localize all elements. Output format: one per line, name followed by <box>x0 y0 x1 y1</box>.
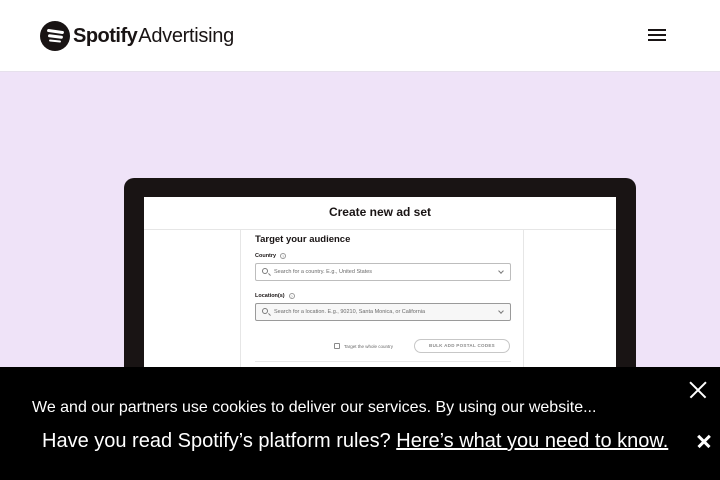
laptop-screen: Create new ad set Target your audience C… <box>144 197 616 368</box>
chevron-down-icon <box>498 308 504 314</box>
platform-rules-link[interactable]: Here’s what you need to know. <box>396 430 668 452</box>
location-label: Location(s) ? <box>255 293 295 299</box>
checkbox-label: Target the whole country <box>344 343 394 349</box>
location-search-input[interactable]: Search for a location. E.g., 90210, Sant… <box>255 303 511 321</box>
hero-section: Create new ad set Target your audience C… <box>0 72 720 368</box>
search-icon <box>262 268 268 274</box>
country-label: Country ? <box>255 253 287 259</box>
country-search-input[interactable]: Search for a country. E.g., United State… <box>255 263 511 281</box>
spotify-advertising-logo[interactable]: Spotify Advertising <box>40 20 234 52</box>
platform-rules-notice: Have you read Spotify’s platform rules? … <box>0 420 720 480</box>
close-icon[interactable] <box>688 380 708 400</box>
location-label-text: Location(s) <box>255 293 285 299</box>
notice-text-line: Have you read Spotify’s platform rules? … <box>42 430 668 453</box>
logo-product-text: Advertising <box>138 24 234 47</box>
chevron-down-icon <box>498 268 504 274</box>
target-whole-country-checkbox[interactable]: Target the whole country <box>334 343 393 349</box>
country-label-text: Country <box>255 253 277 259</box>
hamburger-menu-icon[interactable] <box>648 28 668 42</box>
checkbox-box[interactable] <box>334 343 340 349</box>
divider <box>255 361 511 362</box>
cookie-banner-text: We and our partners use cookies to deliv… <box>32 399 597 416</box>
site-header: Spotify Advertising <box>0 0 720 72</box>
info-icon: ? <box>280 253 287 259</box>
close-icon[interactable] <box>697 434 711 448</box>
notice-text: Have you read Spotify’s platform rules? <box>42 430 397 452</box>
info-icon: ? <box>288 293 295 299</box>
bulk-add-postal-codes-button[interactable]: BULK ADD POSTAL CODES <box>414 339 510 353</box>
location-placeholder: Search for a location. E.g., 90210, Sant… <box>274 309 426 315</box>
audience-panel: Target your audience Country ? Search fo… <box>240 230 524 368</box>
target-audience-heading: Target your audience <box>255 234 351 245</box>
logo-brand-text: Spotify <box>73 24 138 47</box>
country-placeholder: Search for a country. E.g., United State… <box>274 269 373 275</box>
search-icon <box>262 308 268 314</box>
laptop-illustration: Create new ad set Target your audience C… <box>124 178 636 368</box>
create-ad-set-title: Create new ad set <box>328 205 432 219</box>
spotify-logo-icon <box>40 21 70 51</box>
